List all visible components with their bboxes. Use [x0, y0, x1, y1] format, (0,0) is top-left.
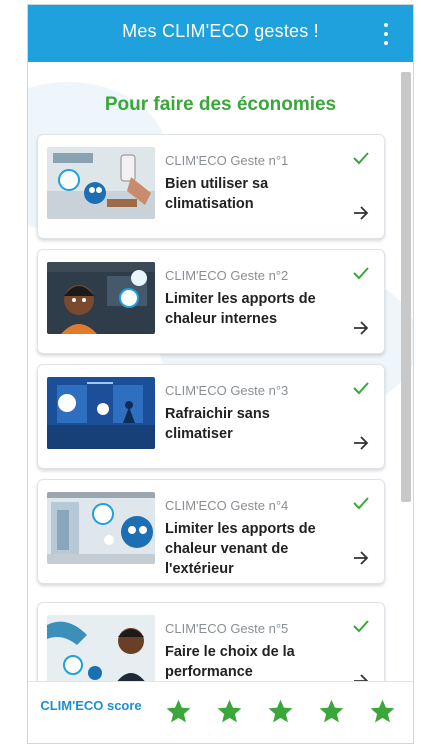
score-footer: CLIM'ECO score: [28, 681, 413, 743]
app-window: Mes CLIM'ECO gestes ! Pour faire des éco…: [27, 4, 414, 744]
score-stars: [165, 698, 396, 725]
star-icon: [319, 699, 344, 723]
gesture-card-1[interactable]: CLIM'ECO Geste n°1 Bien utiliser sa clim…: [37, 134, 385, 239]
arrow-right-icon[interactable]: [352, 550, 370, 566]
gesture-subtitle: CLIM'ECO Geste n°2: [165, 268, 289, 283]
gesture-title: Rafraichir sans climatiser: [165, 406, 270, 442]
arrow-right-icon[interactable]: [352, 435, 370, 451]
score-label: CLIM'ECO score: [40, 698, 142, 713]
check-icon: [353, 267, 369, 280]
section-title: Pour faire des économies: [104, 94, 337, 115]
gesture-illustration: [47, 262, 155, 334]
gesture-illustration: [47, 615, 155, 681]
gesture-subtitle: CLIM'ECO Geste n°5: [165, 621, 289, 636]
star-icon: [217, 699, 242, 723]
check-icon: [353, 497, 369, 510]
gesture-card-5[interactable]: CLIM'ECO Geste n°5 Faire le choix de la …: [37, 602, 385, 681]
app-title: Mes CLIM'ECO gestes !: [122, 21, 319, 41]
gesture-card-2[interactable]: CLIM'ECO Geste n°2 Limiter les apports d…: [37, 249, 385, 354]
gesture-card-3[interactable]: CLIM'ECO Geste n°3 Rafraichir sans clima…: [37, 364, 385, 469]
gesture-card-4[interactable]: CLIM'ECO Geste n°4 Limiter les apports d…: [37, 479, 385, 584]
gesture-list-container[interactable]: Pour faire des économies CLIM'ECO Geste …: [28, 62, 413, 681]
arrow-right-icon[interactable]: [352, 673, 370, 681]
more-vertical-icon[interactable]: [383, 23, 389, 45]
gesture-illustration: [47, 377, 155, 449]
check-icon: [353, 382, 369, 395]
gesture-illustration: [47, 147, 155, 219]
check-icon: [353, 620, 369, 633]
gesture-subtitle: CLIM'ECO Geste n°4: [165, 498, 289, 513]
app-bar: Mes CLIM'ECO gestes !: [28, 5, 413, 62]
arrow-right-icon[interactable]: [352, 205, 370, 221]
gesture-illustration: [47, 492, 155, 564]
gesture-subtitle: CLIM'ECO Geste n°3: [165, 383, 289, 398]
star-icon: [268, 699, 293, 723]
star-icon: [370, 699, 395, 723]
check-icon: [353, 152, 369, 165]
gesture-title: Limiter les apports de chaleur internes: [165, 291, 316, 327]
star-icon: [166, 699, 191, 723]
scrollbar[interactable]: [401, 72, 411, 502]
gesture-title: Limiter les apports de chaleur venant de…: [165, 521, 316, 577]
gesture-subtitle: CLIM'ECO Geste n°1: [165, 153, 289, 168]
gesture-title: Faire le choix de la performance: [165, 644, 295, 680]
gesture-title: Bien utiliser sa climatisation: [165, 176, 269, 212]
arrow-right-icon[interactable]: [352, 320, 370, 336]
